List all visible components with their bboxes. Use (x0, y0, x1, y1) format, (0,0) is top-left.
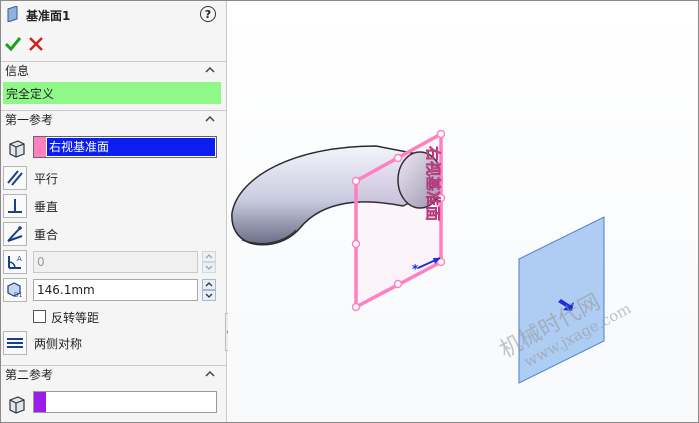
chevron-up-icon (205, 66, 215, 73)
parallel-option[interactable]: 平行 (3, 166, 58, 190)
perpendicular-label: 垂直 (34, 199, 59, 214)
flip-offset-checkbox[interactable] (33, 310, 46, 323)
distance-spinner[interactable] (202, 279, 216, 301)
first-ref-selected-item[interactable]: 右视基准面 (47, 138, 215, 156)
section-first-ref-header[interactable]: 第一参考 (0, 110, 227, 128)
parallel-icon (3, 166, 27, 190)
reference-entity-icon (6, 138, 28, 160)
mid-plane-option[interactable]: 两侧对称 (3, 331, 82, 355)
angle-icon: A (3, 250, 27, 274)
plane-label: 右视基准面 (424, 146, 442, 221)
mid-plane-label: 两侧对称 (34, 336, 83, 351)
coincident-label: 重合 (34, 227, 59, 242)
flip-offset-label: 反转等距 (51, 311, 100, 325)
chevron-up-icon (205, 115, 215, 122)
spin-up-icon (202, 279, 216, 290)
cancel-button[interactable] (27, 35, 45, 53)
section-second-ref-title: 第二参考 (5, 368, 54, 382)
angle-spinner[interactable] (202, 251, 216, 273)
angle-option[interactable]: A (3, 250, 27, 274)
plane-feature-icon (6, 4, 20, 25)
svg-text:*: * (412, 262, 419, 276)
graphics-viewport[interactable]: 右视基准面 * 机械时代网 www.jxage.com (228, 0, 699, 423)
parallel-label: 平行 (34, 171, 59, 186)
chevron-up-icon (205, 370, 215, 377)
svg-text:A: A (17, 255, 22, 263)
section-first-ref-title: 第一参考 (5, 113, 54, 127)
property-manager-panel: 基准面1 ? 信息 完全定义 第一参考 右视基准面 平行 垂直 重合 A 0 D… (0, 0, 227, 423)
first-ref-selection-box[interactable]: 右视基准面 (33, 136, 217, 158)
mid-plane-icon (3, 331, 27, 355)
offset-distance-option[interactable]: D1 (3, 278, 27, 302)
ok-button[interactable] (4, 35, 22, 53)
section-info-title: 信息 (5, 64, 30, 78)
spin-up-icon (202, 251, 216, 262)
svg-text:D1: D1 (14, 292, 23, 299)
checkmark-icon (5, 37, 21, 51)
model-graphics: 右视基准面 * (231, 129, 605, 384)
spin-down-icon (202, 262, 216, 273)
coincident-icon (3, 222, 27, 246)
panel-title-row: 基准面1 (6, 4, 71, 25)
section-info-header[interactable]: 信息 (0, 61, 227, 79)
spin-down-icon (202, 290, 216, 301)
perpendicular-option[interactable]: 垂直 (3, 194, 58, 218)
offset-distance-input[interactable]: 146.1mm (33, 279, 198, 301)
perpendicular-icon (3, 194, 27, 218)
second-ref-selection-box[interactable] (33, 391, 217, 413)
angle-input[interactable]: 0 (33, 251, 198, 273)
status-text: 完全定义 (6, 86, 55, 101)
first-ref-color-swatch (34, 137, 46, 157)
status-badge: 完全定义 (3, 82, 221, 104)
reference-entity-icon (6, 394, 28, 416)
coincident-option[interactable]: 重合 (3, 222, 58, 246)
offset-distance-icon: D1 (3, 278, 27, 302)
help-button[interactable]: ? (200, 6, 216, 22)
close-icon (29, 37, 43, 51)
section-second-ref-header[interactable]: 第二参考 (0, 365, 227, 383)
second-ref-color-swatch (34, 392, 46, 412)
panel-title: 基准面1 (26, 8, 71, 23)
